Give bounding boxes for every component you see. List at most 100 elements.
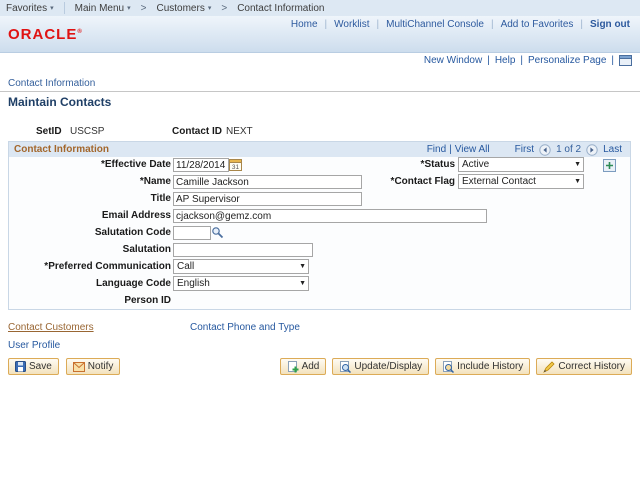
link-separator: | (611, 55, 614, 66)
contact-information-section: Contact Information Find | View All Firs… (8, 141, 631, 310)
language-code-value: English (177, 278, 210, 289)
breadcrumb-customers-menu[interactable]: Customers ▾ (150, 3, 217, 14)
new-window-icon[interactable] (619, 55, 632, 66)
salutation-code-input[interactable] (173, 226, 211, 240)
contact-flag-select[interactable]: External Contact ▼ (458, 174, 584, 189)
new-window-link[interactable]: New Window (424, 55, 482, 66)
customers-label: Customers (156, 2, 205, 14)
nav-link-multichannel-console[interactable]: MultiChannel Console (386, 19, 484, 30)
status-select[interactable]: Active ▼ (458, 157, 584, 172)
calendar-icon[interactable]: 31 (229, 158, 242, 171)
save-label: Save (29, 361, 52, 372)
link-separator: | (520, 55, 523, 66)
link-separator: | (324, 19, 328, 30)
user-profile-link[interactable]: User Profile (8, 340, 60, 351)
prev-page-icon[interactable] (539, 143, 551, 156)
name-label: *Name (139, 176, 171, 187)
last-link[interactable]: Last (603, 144, 622, 155)
contact-id-label: Contact ID (172, 126, 222, 137)
breadcrumb-separator: > (140, 2, 147, 14)
email-label: Email Address (101, 210, 171, 221)
status-label: *Status (420, 159, 455, 170)
preferred-communication-select[interactable]: Call ▼ (173, 259, 309, 274)
title-input[interactable] (173, 192, 362, 206)
contact-id-value: NEXT (226, 126, 253, 137)
favorites-label: Favorites (6, 2, 48, 14)
application-window: Favorites ▾ Main Menu ▾ > Customers ▾ > … (0, 0, 640, 480)
nav-link-worklist[interactable]: Worklist (334, 19, 369, 30)
personalize-page-link[interactable]: Personalize Page (528, 55, 606, 66)
breadcrumb: Favorites ▾ Main Menu ▾ > Customers ▾ > … (0, 0, 640, 17)
section-title: Contact Information (14, 144, 109, 155)
breadcrumb-current-page: Contact Information (231, 3, 330, 14)
correct-history-label: Correct History (558, 361, 625, 372)
language-code-select[interactable]: English ▼ (173, 276, 309, 291)
save-button[interactable]: Save (8, 358, 59, 375)
select-arrow-icon: ▼ (299, 263, 306, 270)
email-input[interactable] (173, 209, 487, 223)
include-history-icon (442, 360, 455, 373)
contact-flag-value: External Contact (462, 176, 536, 187)
save-icon (15, 361, 26, 372)
first-link[interactable]: First (515, 144, 534, 155)
select-arrow-icon: ▼ (574, 161, 581, 168)
effective-date-input[interactable] (173, 158, 229, 172)
top-nav-links: Home | Worklist | MultiChannel Console |… (291, 19, 630, 30)
notify-icon (72, 361, 85, 372)
link-separator: | (449, 144, 452, 155)
toolbar-right: Add Update/Display Include History Corre… (279, 358, 632, 375)
link-separator: | (487, 55, 490, 66)
sign-out-link[interactable]: Sign out (590, 19, 630, 30)
link-separator: | (490, 19, 494, 30)
oracle-logo: ORACLE® (8, 26, 83, 43)
next-page-icon[interactable] (586, 143, 598, 156)
contact-flag-label: *Contact Flag (390, 176, 455, 187)
status-value: Active (462, 159, 490, 170)
lookup-icon[interactable] (211, 226, 224, 239)
select-arrow-icon: ▼ (299, 280, 306, 287)
update-display-button[interactable]: Update/Display (332, 358, 430, 375)
main-menu[interactable]: Main Menu ▾ (69, 3, 137, 14)
person-id-label: Person ID (124, 295, 171, 306)
include-history-button[interactable]: Include History (435, 358, 531, 375)
caret-down-icon: ▾ (207, 5, 212, 12)
correct-history-button[interactable]: Correct History (536, 358, 632, 375)
add-icon (287, 360, 299, 373)
caret-down-icon: ▾ (127, 5, 131, 12)
toolbar-left: Save Notify (8, 358, 121, 375)
breadcrumb-current-label: Contact Information (237, 2, 325, 14)
component-tab-label[interactable]: Contact Information (8, 78, 95, 89)
component-tab-row: Contact Information (0, 77, 640, 92)
view-all-link[interactable]: View All (455, 144, 490, 155)
preferred-communication-value: Call (177, 261, 195, 272)
notify-button[interactable]: Notify (65, 358, 121, 375)
nav-link-home[interactable]: Home (291, 19, 318, 30)
main-menu-label: Main Menu (74, 2, 125, 14)
page-title: Maintain Contacts (8, 95, 112, 109)
salutation-code-label: Salutation Code (94, 227, 171, 238)
favorites-menu[interactable]: Favorites ▾ (0, 3, 60, 14)
add-row-button[interactable] (603, 159, 616, 172)
breadcrumb-separator: > (221, 2, 228, 14)
effective-date-label: *Effective Date (100, 159, 171, 170)
include-history-label: Include History (457, 361, 524, 372)
link-separator: | (376, 19, 380, 30)
page-utility-bar: New Window | Help | Personalize Page | (424, 55, 632, 66)
find-link[interactable]: Find (427, 144, 446, 155)
caret-down-icon: ▾ (50, 5, 54, 12)
preferred-communication-label: *Preferred Communication (44, 261, 171, 272)
page-position: 1 of 2 (556, 144, 582, 155)
link-separator: | (580, 19, 583, 30)
contact-customers-link[interactable]: Contact Customers (8, 322, 94, 333)
svg-text:31: 31 (232, 164, 240, 171)
update-display-icon (339, 360, 352, 373)
section-header: Contact Information Find | View All Firs… (9, 142, 630, 157)
nav-link-add-to-favorites[interactable]: Add to Favorites (501, 19, 574, 30)
breadcrumb-divider (63, 2, 65, 14)
salutation-input[interactable] (173, 243, 313, 257)
add-label: Add (301, 361, 320, 372)
select-arrow-icon: ▼ (574, 178, 581, 185)
contact-phone-and-type-link[interactable]: Contact Phone and Type (190, 322, 300, 333)
help-link[interactable]: Help (495, 55, 516, 66)
add-button[interactable]: Add (279, 358, 327, 375)
